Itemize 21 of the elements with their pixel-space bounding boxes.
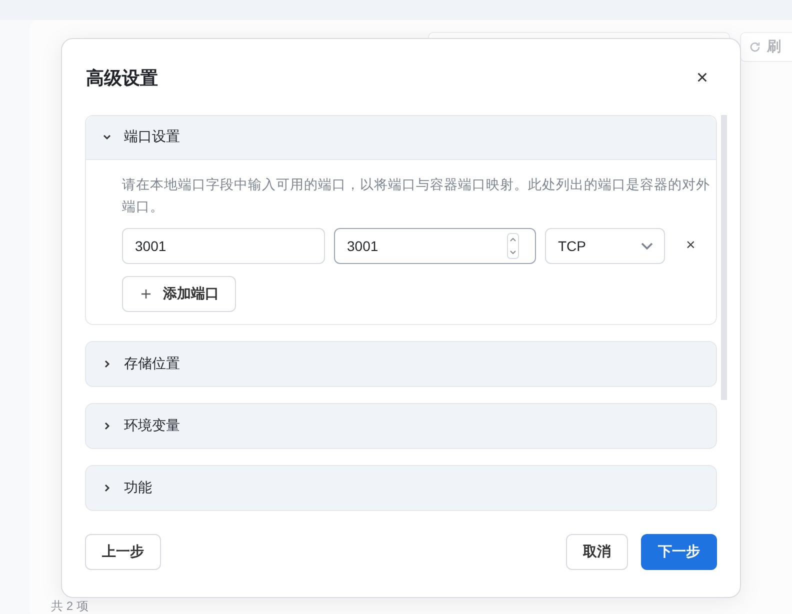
- accordion-header[interactable]: 端口设置: [86, 116, 716, 160]
- add-port-button[interactable]: 添加端口: [122, 276, 236, 312]
- cancel-button[interactable]: 取消: [566, 534, 628, 570]
- close-button[interactable]: ×: [692, 68, 712, 88]
- help-text: 请在本地端口字段中输入可用的端口，以将端口与容器端口映射。此处列出的端口是容器的对外端口。: [122, 176, 710, 216]
- remove-button[interactable]: ×: [680, 236, 702, 256]
- chevron-icon: [102, 358, 112, 369]
- container-port-field[interactable]: 3001: [334, 228, 536, 264]
- chevron-icon: [102, 420, 112, 431]
- chevron-icon: [102, 132, 112, 142]
- plus-icon: [141, 288, 151, 299]
- protocol-select[interactable]: TCP: [545, 228, 665, 264]
- next-button[interactable]: 下一步: [641, 534, 717, 570]
- chevron-down-icon: [640, 240, 654, 251]
- back-button[interactable]: 上一步: [85, 534, 161, 570]
- chevron-icon: [102, 482, 112, 493]
- host-port-field[interactable]: 3001: [122, 228, 325, 264]
- spinner-icon: [507, 232, 519, 259]
- dialog-title: 高级设置: [86, 67, 158, 90]
- refresh-icon: [749, 41, 761, 53]
- item-count: 共 2 项: [51, 599, 88, 613]
